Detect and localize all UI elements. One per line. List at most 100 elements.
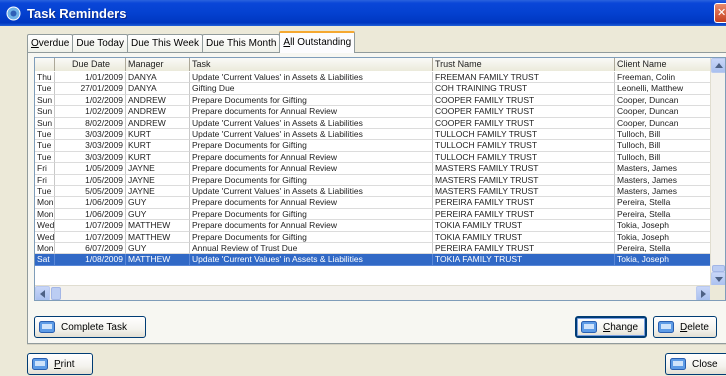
table-row[interactable]: Sun 8/02/2009 ANDREW Update 'Current Values…	[35, 117, 711, 129]
column-header-client-name[interactable]: Client Name	[615, 58, 711, 71]
complete-task-button[interactable]: Complete Task	[34, 316, 146, 338]
cell-day: Sun	[35, 94, 55, 107]
vertical-scrollbar[interactable]	[710, 58, 725, 287]
panel-separator	[27, 344, 726, 345]
cell-client-name: Tokia, Joseph	[615, 254, 711, 266]
cell-day: Wed	[35, 231, 55, 243]
cell-trust-name: FREEMAN FAMILY TRUST	[433, 72, 615, 84]
column-header-manager[interactable]: Manager	[126, 58, 190, 71]
tab-due-today[interactable]: Due Today	[72, 34, 128, 53]
cell-manager: GUY	[126, 243, 190, 255]
table-row[interactable]: Tue 3/03/2009 KURT Prepare Documents for Gi…	[35, 140, 711, 152]
column-header-day[interactable]	[35, 58, 55, 71]
cell-day: Fri	[35, 174, 55, 186]
cell-trust-name: TOKIA FAMILY TRUST	[433, 254, 615, 266]
scroll-right-button[interactable]	[696, 286, 711, 300]
cell-day: Tue	[35, 151, 55, 164]
table-row[interactable]: Sun 1/02/2009 ANDREW Prepare documents for …	[35, 106, 711, 118]
grid-header: Due Date Manager Task Trust Name Client …	[35, 58, 711, 71]
table-row[interactable]: Thu 1/01/2009 DANYA Update 'Current Values'…	[35, 72, 711, 84]
cell-task: Prepare Documents for Gifting	[190, 208, 433, 221]
window-close-button[interactable]: ✕	[714, 3, 726, 23]
cell-day: Sun	[35, 117, 55, 129]
cell-trust-name: TOKIA FAMILY TRUST	[433, 220, 615, 232]
tab-due-this-week[interactable]: Due This Week	[127, 34, 203, 53]
cell-trust-name: TOKIA FAMILY TRUST	[433, 231, 615, 243]
cell-manager: GUY	[126, 197, 190, 209]
table-row[interactable]: Wed 1/07/2009 MATTHEW Prepare Documents for…	[35, 231, 711, 243]
cell-trust-name: MASTERS FAMILY TRUST	[433, 186, 615, 198]
table-row[interactable]: Mon 6/07/2009 GUY Annual Review of Trust Du…	[35, 243, 711, 255]
cell-client-name: Tulloch, Bill	[615, 129, 711, 141]
column-header-due-date[interactable]: Due Date	[55, 58, 126, 71]
cell-manager: DANYA	[126, 83, 190, 95]
cell-client-name: Tulloch, Bill	[615, 140, 711, 152]
cell-task: Prepare Documents for Gifting	[190, 140, 433, 152]
cell-day: Thu	[35, 72, 55, 84]
cell-manager: DANYA	[126, 72, 190, 84]
cell-task: Prepare Documents for Gifting	[190, 231, 433, 243]
table-row[interactable]: Tue 3/03/2009 KURT Update 'Current Values' …	[35, 129, 711, 141]
cell-due-date: 1/06/2009	[55, 197, 126, 209]
cell-client-name: Masters, James	[615, 186, 711, 198]
cell-day: Fri	[35, 163, 55, 175]
tab-overdue[interactable]: Overdue	[27, 34, 74, 53]
scroll-up-button[interactable]	[711, 58, 725, 73]
cell-due-date: 5/05/2009	[55, 186, 126, 198]
chevron-left-icon	[40, 289, 45, 298]
cell-trust-name: COOPER FAMILY TRUST	[433, 94, 615, 107]
tab-all-outstanding[interactable]: All Outstanding	[279, 31, 356, 53]
cell-client-name: Tokia, Joseph	[615, 220, 711, 232]
horizontal-scroll-thumb[interactable]	[51, 287, 61, 300]
chevron-right-icon	[701, 289, 706, 298]
title-bar[interactable]: Task Reminders ✕	[0, 0, 726, 26]
scroll-left-button[interactable]	[35, 286, 50, 300]
cell-day: Mon	[35, 243, 55, 255]
cell-manager: KURT	[126, 140, 190, 152]
cell-trust-name: MASTERS FAMILY TRUST	[433, 174, 615, 186]
cell-trust-name: MASTERS FAMILY TRUST	[433, 163, 615, 175]
print-button[interactable]: Print	[27, 353, 93, 375]
table-row[interactable]: Fri 1/05/2009 JAYNE Prepare Documents for G…	[35, 174, 711, 186]
task-grid[interactable]: Due Date Manager Task Trust Name Client …	[34, 57, 726, 301]
cell-task: Prepare documents for Annual Review	[190, 151, 433, 164]
cell-trust-name: TULLOCH FAMILY TRUST	[433, 151, 615, 164]
table-row[interactable]: Mon 1/06/2009 GUY Prepare documents for Ann…	[35, 197, 711, 209]
chevron-up-icon	[714, 63, 723, 68]
horizontal-scrollbar[interactable]	[35, 285, 711, 300]
cell-client-name: Masters, James	[615, 163, 711, 175]
table-row[interactable]: Wed 1/07/2009 MATTHEW Prepare documents for…	[35, 220, 711, 232]
cell-manager: JAYNE	[126, 163, 190, 175]
column-header-task[interactable]: Task	[190, 58, 433, 71]
delete-button[interactable]: Delete	[653, 316, 717, 338]
tab-strip: Overdue Due Today Due This Week Due This…	[27, 31, 356, 53]
cell-day: Wed	[35, 220, 55, 232]
cell-day: Mon	[35, 197, 55, 209]
change-button[interactable]: Change	[575, 316, 647, 338]
cell-due-date: 3/03/2009	[55, 129, 126, 141]
table-row[interactable]: Mon 1/06/2009 GUY Prepare Documents for Gif…	[35, 208, 711, 221]
cell-task: Prepare documents for Annual Review	[190, 220, 433, 232]
cell-day: Tue	[35, 83, 55, 95]
cell-due-date: 1/06/2009	[55, 208, 126, 221]
close-button[interactable]: Close	[665, 353, 726, 375]
vertical-scroll-thumb[interactable]	[712, 265, 725, 272]
cell-client-name: Tulloch, Bill	[615, 151, 711, 164]
cell-manager: MATTHEW	[126, 220, 190, 232]
cell-trust-name: COOPER FAMILY TRUST	[433, 106, 615, 118]
table-row[interactable]: Sat 1/08/2009 MATTHEW Update 'Current Value…	[35, 254, 711, 266]
table-row[interactable]: Tue 27/01/2009 DANYA Gifting Due COH TRAININ…	[35, 83, 711, 95]
cell-client-name: Cooper, Duncan	[615, 117, 711, 129]
table-row[interactable]: Tue 3/03/2009 KURT Prepare documents for An…	[35, 151, 711, 164]
cell-manager: KURT	[126, 151, 190, 164]
cell-day: Sat	[35, 254, 55, 266]
column-header-trust-name[interactable]: Trust Name	[433, 58, 615, 71]
cell-day: Tue	[35, 140, 55, 152]
task-button-icon	[670, 357, 686, 371]
table-row[interactable]: Fri 1/05/2009 JAYNE Prepare documents for A…	[35, 163, 711, 175]
cell-task: Update 'Current Values' in Assets & Liab…	[190, 186, 433, 198]
tab-due-this-month[interactable]: Due This Month	[202, 34, 281, 53]
table-row[interactable]: Tue 5/05/2009 JAYNE Update 'Current Values'…	[35, 186, 711, 198]
cell-due-date: 3/03/2009	[55, 140, 126, 152]
table-row[interactable]: Sun 1/02/2009 ANDREW Prepare Documents for …	[35, 94, 711, 107]
